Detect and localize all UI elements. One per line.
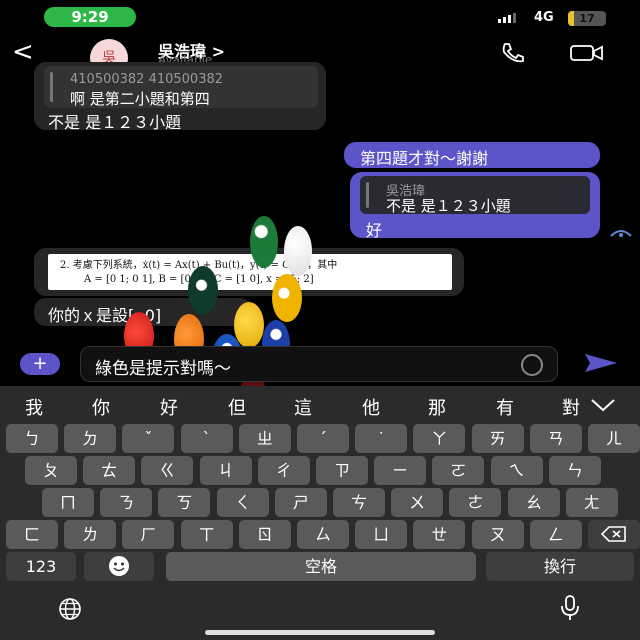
candidate-word[interactable]: 有 [490,394,520,420]
zhuyin-key[interactable]: ㄦ [588,424,640,453]
read-receipt-icon [610,230,632,237]
zhuyin-key[interactable]: ˙ [355,424,408,453]
outgoing-reply-bubble[interactable]: 吳浩瑋 不是 是１２３小題 好 [350,172,600,240]
zhuyin-key[interactable]: ㄐ [199,456,252,485]
zhuyin-key[interactable]: ㄜ [449,488,502,517]
zhuyin-key[interactable]: ˊ [297,424,349,453]
backspace-icon [600,526,626,542]
zhuyin-key[interactable]: ㄥ [529,520,582,549]
battery-percent: 17 [579,12,595,25]
zhuyin-key[interactable]: ㄝ [413,520,466,549]
ball-icon [272,274,302,322]
incoming-image-bubble[interactable]: 2. 考慮下列系統，ẋ(t) = Ax(t) + Bu(t)，y(t) = Cx… [34,248,464,296]
zhuyin-key[interactable]: ㄌ [64,520,117,549]
zhuyin-key[interactable]: ˇ [122,424,175,453]
zhuyin-key[interactable]: ㄞ [471,424,524,453]
zhuyin-key[interactable]: ㄛ [432,456,485,485]
network-type: 4G [534,10,554,25]
candidate-word[interactable]: 對 [556,394,586,420]
zhuyin-key[interactable]: ㄢ [529,424,582,453]
zhuyin-key[interactable]: ㄊ [83,456,136,485]
quoted-message[interactable]: 吳浩瑋 不是 是１２３小題 [360,176,590,215]
zhuyin-key[interactable]: ㄕ [274,488,327,517]
battery-icon: 17 [568,11,606,26]
zhuyin-key[interactable]: ㄍ [141,456,194,485]
zhuyin-key[interactable]: ˋ [180,424,233,453]
zhuyin-key[interactable]: ㄗ [316,456,368,485]
zhuyin-key[interactable]: ㄠ [507,488,560,517]
message-input[interactable]: 綠色是提示對嗎～ [80,346,558,382]
quoted-text: 不是 是１２３小題 [386,197,511,215]
candidate-word[interactable]: 他 [356,394,386,420]
zhuyin-key[interactable]: ㄓ [238,424,291,453]
emoji-icon[interactable] [521,354,543,376]
candidate-word[interactable]: 我 [19,394,49,420]
zhuyin-key[interactable]: ㄈ [6,520,58,549]
candidate-word[interactable]: 這 [288,394,318,420]
zhuyin-key[interactable]: ㄏ [122,520,175,549]
message-input-value: 綠色是提示對嗎～ [95,359,231,379]
problem-image[interactable]: 2. 考慮下列系統，ẋ(t) = Ax(t) + Bu(t)，y(t) = Cx… [48,254,452,290]
zhuyin-key[interactable]: ㄣ [548,456,601,485]
globe-icon[interactable] [50,598,90,620]
message-text: 好 [366,221,383,240]
backspace-key[interactable] [588,520,640,549]
zhuyin-key[interactable]: ㄡ [471,520,524,549]
ball-icon [234,302,264,348]
message-text: 第四題才對～謝謝 [360,149,489,168]
zhuyin-key[interactable]: ㄘ [333,488,385,517]
add-attachment-button[interactable]: + [20,353,60,375]
numbers-key[interactable]: 123 [6,552,76,581]
back-chevron-icon[interactable]: < [12,38,34,66]
zhuyin-keyboard: 我 你 好 但 這 他 那 有 對 ㄅㄉ ˇ ˋ ㄓ ˊ ˙ ㄚㄞㄢㄦㄆㄊㄍㄐㄔㄗㄧㄛㄟㄣㄇㄋㄎㄑㄕㄘㄨㄜㄠ… [0,386,640,640]
zhuyin-key[interactable]: ㄨ [391,488,444,517]
signal-icon [498,13,516,23]
home-indicator[interactable] [205,630,435,635]
candidate-word[interactable]: 但 [222,394,252,420]
ball-icon [188,266,218,314]
space-key[interactable]: 空格 [166,552,476,581]
expand-candidates-chevron-icon[interactable] [590,398,616,412]
quoted-message[interactable]: 410500382 410500382 啊 是第二小題和第四 [44,66,318,108]
zhuyin-key[interactable]: ㄩ [355,520,408,549]
message-text: 不是 是１２３小題 [48,113,182,132]
zhuyin-key[interactable]: ㄤ [565,488,618,517]
zhuyin-key[interactable]: ㄋ [100,488,153,517]
incoming-message-bubble[interactable]: 410500382 410500382 啊 是第二小題和第四 不是 是１２３小題 [34,62,326,132]
emoji-key[interactable] [84,552,154,581]
zhuyin-key[interactable]: ㄑ [216,488,269,517]
zhuyin-key[interactable]: ㄙ [297,520,349,549]
zhuyin-key[interactable]: ㄒ [180,520,233,549]
zhuyin-key[interactable]: ㄎ [158,488,211,517]
candidate-word[interactable]: 那 [422,394,452,420]
zhuyin-key[interactable]: ㄉ [64,424,117,453]
candidate-word[interactable]: 好 [154,394,184,420]
candidate-word[interactable]: 你 [86,394,116,420]
zhuyin-key[interactable]: ㄧ [374,456,427,485]
zhuyin-key[interactable]: ㄚ [413,424,466,453]
zhuyin-key[interactable]: ㄆ [25,456,77,485]
zhuyin-key[interactable]: ㄔ [257,456,310,485]
zhuyin-key[interactable]: ㄖ [238,520,291,549]
candidate-bar: 我你好但這他那有對 [0,394,640,420]
microphone-icon[interactable] [558,594,582,622]
status-time[interactable]: 9:29 [44,7,136,27]
outgoing-message-bubble[interactable]: 第四題才對～謝謝 [344,142,600,168]
ball-icon [250,216,278,268]
zhuyin-key[interactable]: ㄟ [490,456,543,485]
send-icon[interactable] [584,352,618,374]
video-camera-icon[interactable] [570,44,604,62]
status-bar: 9:29 4G 17 [0,0,640,36]
ball-icon [284,226,312,276]
quoted-sender: 410500382 410500382 [70,72,224,87]
phone-icon[interactable] [500,42,526,64]
zhuyin-key[interactable]: ㄇ [42,488,94,517]
emoji-icon [109,556,129,576]
quoted-text: 啊 是第二小題和第四 [70,90,210,108]
zhuyin-key[interactable]: ㄅ [6,424,58,453]
return-key[interactable]: 換行 [486,552,634,581]
